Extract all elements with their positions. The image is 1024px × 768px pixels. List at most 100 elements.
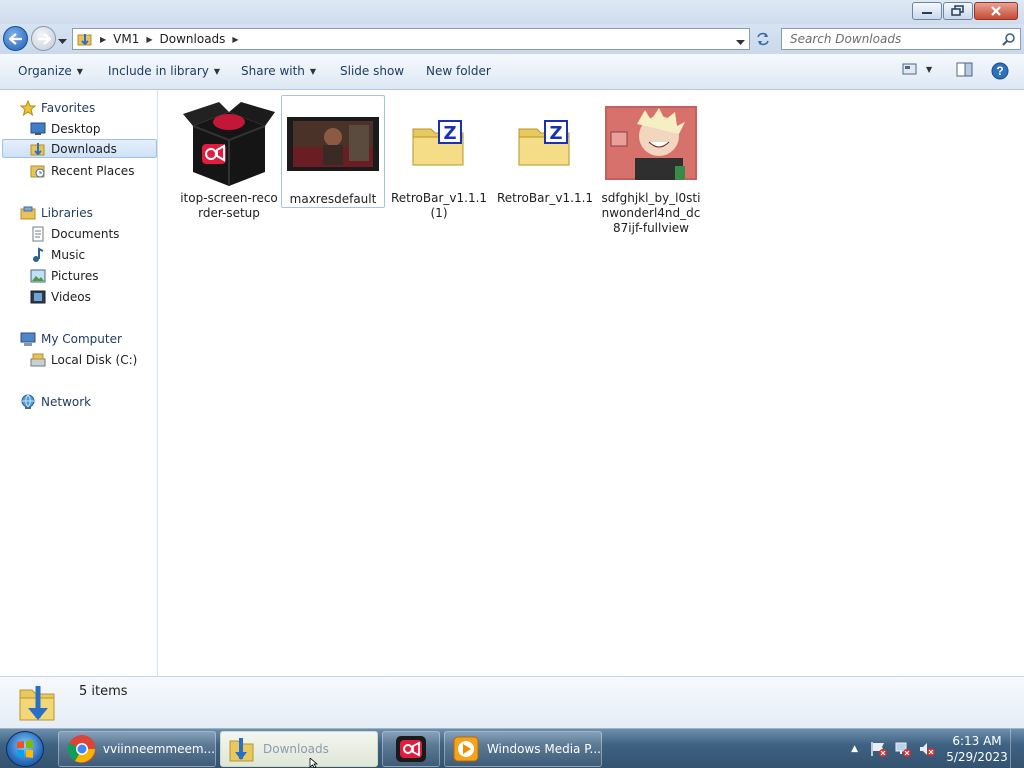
nav-pictures-label: Pictures [51, 268, 99, 283]
system-tray: ▲ 6:13 AM 5/29/2023 [851, 729, 1024, 768]
nav-videos[interactable]: Videos [30, 287, 91, 306]
music-note-icon [30, 246, 46, 263]
image-thumbnail [599, 95, 703, 191]
share-with-label: Share with [241, 64, 305, 78]
volume-muted-icon[interactable] [918, 741, 936, 757]
nav-network[interactable]: Network [20, 392, 91, 411]
chevron-down-icon [736, 40, 745, 45]
details-pane: 5 items [0, 676, 1024, 728]
nav-libraries[interactable]: Libraries [20, 203, 93, 222]
nav-downloads[interactable]: Downloads [2, 139, 157, 158]
image-thumbnail [281, 96, 385, 192]
show-hidden-icons-button[interactable]: ▲ [851, 744, 858, 754]
search-placeholder: Search Downloads [790, 32, 902, 46]
slide-show-button[interactable]: Slide show [340, 64, 404, 78]
include-in-library-menu[interactable]: Include in library ▼ [108, 64, 220, 78]
folder-icon-address [73, 29, 97, 49]
desktop-icon [30, 121, 46, 137]
breadcrumb-vm1[interactable]: VM1 [109, 29, 143, 49]
recent-pages-dropdown[interactable] [58, 34, 67, 48]
breadcrumb-separator[interactable]: ▶ [97, 35, 109, 44]
breadcrumb-separator[interactable]: ▶ [143, 35, 155, 44]
item-count: 5 items [79, 684, 128, 699]
breadcrumb-downloads[interactable]: Downloads [156, 29, 230, 49]
zip-folder-icon: Z [493, 95, 597, 191]
zip-folder-icon: Z [387, 95, 491, 191]
svg-text:Z: Z [549, 123, 562, 144]
svg-text:?: ? [996, 64, 1003, 78]
new-folder-button[interactable]: New folder [426, 64, 491, 78]
taskbar-downloads[interactable]: Downloads [220, 731, 378, 767]
restore-button[interactable] [943, 2, 973, 20]
windows-logo-icon [17, 740, 33, 758]
file-name: RetroBar_v1.1.1 (1) [390, 191, 488, 220]
share-with-menu[interactable]: Share with ▼ [241, 64, 316, 78]
refresh-icon [757, 32, 769, 46]
downloads-folder-icon [77, 34, 92, 46]
nav-pictures[interactable]: Pictures [30, 266, 99, 285]
nav-my-computer[interactable]: My Computer [20, 329, 122, 348]
help-button[interactable]: ? [991, 62, 1009, 80]
minimize-button[interactable] [912, 2, 942, 20]
network-globe-icon [20, 394, 36, 410]
refresh-button[interactable] [752, 29, 774, 49]
show-desktop-button[interactable] [1010, 729, 1024, 768]
nav-videos-label: Videos [51, 289, 91, 304]
taskbar-media-player[interactable]: Windows Media P... [444, 731, 602, 767]
file-name: maxresdefault [289, 192, 377, 206]
nav-documents-label: Documents [51, 226, 120, 241]
chevron-down-icon: ▼ [213, 66, 221, 76]
action-center-flag-icon[interactable] [870, 741, 888, 757]
taskbar-screen-recorder[interactable] [382, 731, 440, 767]
nav-desktop[interactable]: Desktop [30, 119, 101, 138]
nav-network-label: Network [41, 394, 92, 409]
file-name: sdfghjkl_by_l0stinwonderl4nd_dc87ijf-ful… [601, 191, 701, 235]
restore-icon [951, 5, 964, 16]
chevron-down-icon[interactable]: ▼ [926, 65, 932, 74]
downloads-folder-large-icon [18, 680, 58, 727]
organize-label: Organize [18, 64, 72, 78]
file-item-selected[interactable]: maxresdefault [281, 95, 385, 208]
file-item[interactable]: Z RetroBar_v1.1.1 [493, 95, 597, 206]
clock[interactable]: 6:13 AM 5/29/2023 [944, 733, 1010, 765]
file-list-view[interactable]: itop-screen-recorder-setup maxresdefault… [159, 90, 1024, 676]
organize-menu[interactable]: Organize ▼ [18, 64, 83, 78]
start-button[interactable] [6, 731, 44, 767]
documents-icon [30, 226, 46, 242]
file-item[interactable]: sdfghjkl_by_l0stinwonderl4nd_dc87ijf-ful… [599, 95, 703, 236]
nav-music[interactable]: Music [30, 245, 85, 264]
address-history-dropdown[interactable] [736, 35, 745, 49]
nav-my-computer-label: My Computer [41, 331, 122, 346]
file-item[interactable]: itop-screen-recorder-setup [177, 95, 281, 221]
nav-desktop-label: Desktop [51, 121, 101, 136]
breadcrumb-separator[interactable]: ▶ [229, 35, 241, 44]
network-status-icon[interactable] [894, 741, 912, 757]
nav-downloads-label: Downloads [51, 141, 117, 156]
taskbar-chrome[interactable]: vviinneemmeem... [58, 731, 216, 767]
new-folder-label: New folder [426, 64, 491, 78]
screen-recorder-icon [396, 736, 426, 762]
preview-pane-button[interactable] [956, 62, 974, 78]
computer-icon [20, 331, 36, 347]
search-icon[interactable] [1002, 32, 1016, 49]
search-input[interactable]: Search Downloads [781, 28, 1021, 50]
minimize-icon [922, 12, 932, 14]
nav-local-disk[interactable]: Local Disk (C:) [30, 350, 137, 369]
close-button[interactable] [974, 2, 1018, 20]
hard-disk-icon [30, 352, 46, 368]
change-view-button[interactable]: ▼ [902, 62, 932, 76]
forward-button[interactable] [31, 26, 56, 51]
file-name: itop-screen-recorder-setup [180, 191, 278, 220]
nav-documents[interactable]: Documents [30, 224, 119, 243]
nav-libraries-label: Libraries [41, 205, 93, 220]
taskbar-chrome-label: vviinneemmeem... [102, 742, 215, 756]
nav-recent-places-label: Recent Places [51, 163, 135, 178]
nav-recent-places[interactable]: Recent Places [30, 161, 134, 180]
chevron-down-icon: ▼ [309, 66, 317, 76]
back-button[interactable] [3, 26, 28, 51]
video-film-icon [30, 289, 46, 305]
file-item[interactable]: Z RetroBar_v1.1.1 (1) [387, 95, 491, 221]
address-bar[interactable]: ▶ VM1 ▶ Downloads ▶ [72, 28, 750, 50]
taskbar: vviinneemmeem... Downloads Windows Media… [0, 728, 1024, 768]
nav-favorites[interactable]: Favorites [20, 98, 95, 117]
